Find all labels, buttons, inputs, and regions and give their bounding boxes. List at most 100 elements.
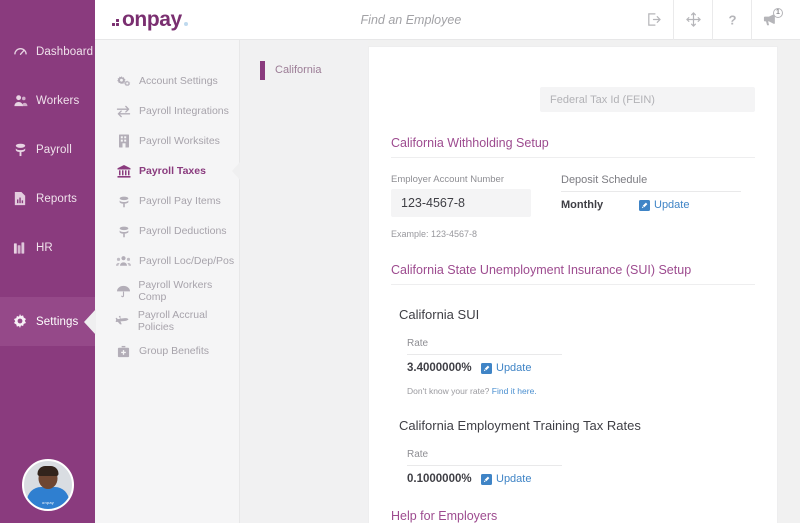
subnav-item-payroll-integrations[interactable]: Payroll Integrations	[95, 96, 239, 126]
sui-rate-hint-text: Don't know your rate?	[407, 386, 490, 396]
books-icon	[10, 239, 30, 257]
sidebar-item-dashboard[interactable]: Dashboard	[0, 27, 95, 76]
avatar[interactable]: onpay	[22, 459, 74, 511]
subnav-item-payroll-worksites[interactable]: Payroll Worksites	[95, 126, 239, 156]
deposit-schedule-value: Monthly	[561, 199, 604, 211]
edit-pencil-icon	[481, 362, 492, 374]
deposit-schedule-label: Deposit Schedule	[561, 174, 741, 192]
subnav-item-label: Payroll Integrations	[139, 105, 229, 117]
sui-rate-hint-link[interactable]: Find it here.	[492, 386, 537, 396]
document-chart-icon	[10, 190, 30, 208]
airplane-icon	[115, 314, 131, 329]
sui-rate-value: 3.4000000%	[407, 362, 472, 374]
gauge-icon	[10, 43, 30, 61]
subnav-item-payroll-pay-items[interactable]: Payroll Pay Items	[95, 186, 239, 216]
onpay-logo[interactable]: onpay	[112, 9, 188, 30]
subnav-item-label: Payroll Workers Comp	[138, 279, 213, 303]
subnav-item-label: Payroll Loc/Dep/Pos	[139, 255, 235, 267]
subnav-item-account-settings[interactable]: Account Settings	[95, 66, 239, 96]
avatar-image: onpay	[22, 459, 74, 511]
avatar-hair	[37, 466, 59, 476]
state-label: California	[275, 64, 322, 76]
sidebar-item-label: Dashboard	[36, 45, 94, 58]
sidebar-item-workers[interactable]: Workers	[0, 76, 95, 125]
subnav-item-group-benefits[interactable]: Group Benefits	[95, 336, 239, 366]
sidebar-item-reports[interactable]: Reports	[0, 174, 95, 223]
briefcase-medical-icon	[115, 344, 132, 359]
update-link-label: Update	[654, 199, 690, 211]
deposit-schedule-group: Deposit Schedule Monthly Update	[561, 174, 741, 239]
subnav-item-label: Payroll Accrual Policies	[137, 309, 208, 333]
top-header: onpay ?	[95, 0, 800, 40]
active-notch	[232, 162, 240, 180]
help-section-heading: Help for Employers	[391, 509, 755, 523]
ett-rate-value: 0.1000000%	[407, 473, 472, 485]
subnav-item-label: Payroll Pay Items	[139, 195, 221, 207]
subnav-item-label: Payroll Taxes	[139, 165, 206, 177]
subnav-item-label: Payroll Deductions	[139, 225, 227, 237]
ett-sub-heading: California Employment Training Tax Rates	[399, 418, 641, 433]
sidebar-item-label: Payroll	[36, 143, 72, 156]
gear-icon	[10, 313, 30, 331]
sidebar-item-hr[interactable]: HR	[0, 223, 95, 272]
sidebar-item-label: Settings	[36, 315, 79, 328]
sui-section-heading: California State Unemployment Insurance …	[391, 263, 755, 285]
subnav-item-payroll-deductions[interactable]: Payroll Deductions	[95, 216, 239, 246]
withholding-fields: Employer Account Number Example: 123-456…	[391, 174, 755, 239]
sui-sub-heading: California SUI	[399, 307, 480, 322]
sui-rate-group: Rate 3.4000000% Update	[407, 338, 562, 374]
help-icon[interactable]: ?	[712, 0, 751, 40]
umbrella-icon	[115, 284, 131, 299]
megaphone-icon[interactable]: 1	[751, 0, 790, 40]
state-item-california[interactable]: California	[240, 58, 368, 82]
logo-dots-icon	[112, 14, 121, 26]
employer-account-example: Example: 123-4567-8	[391, 229, 478, 239]
state-list-column: California	[240, 40, 368, 523]
edit-pencil-icon	[639, 199, 650, 211]
employer-account-input[interactable]	[391, 189, 531, 217]
bank-icon	[115, 164, 132, 179]
subnav-item-payroll-accrual-policies[interactable]: Payroll Accrual Policies	[95, 306, 239, 336]
avatar-shirt-text: onpay	[42, 500, 54, 505]
search-area	[188, 12, 634, 27]
active-notch	[84, 308, 96, 335]
money-stack-icon	[115, 194, 132, 209]
employer-account-label: Employer Account Number	[391, 174, 504, 185]
employer-account-group: Employer Account Number Example: 123-456…	[391, 174, 531, 239]
gears-icon	[115, 74, 132, 89]
deposit-schedule-update-link[interactable]: Update	[639, 199, 689, 211]
update-link-label: Update	[496, 473, 532, 485]
fein-row	[391, 47, 755, 112]
subnav-item-payroll-taxes[interactable]: Payroll Taxes	[95, 156, 240, 186]
sidebar-item-payroll[interactable]: Payroll	[0, 125, 95, 174]
subnav-item-label: Group Benefits	[139, 345, 210, 357]
deposit-schedule-row: Monthly Update	[561, 199, 741, 211]
sui-rate-label: Rate	[407, 338, 562, 355]
subnav-item-payroll-workers-comp[interactable]: Payroll Workers Comp	[95, 276, 239, 306]
edit-pencil-icon	[481, 473, 492, 485]
fein-input[interactable]	[540, 87, 755, 112]
subnav-item-payroll-loc-dep-pos[interactable]: Payroll Loc/Dep/Pos	[95, 246, 239, 276]
sidebar-item-settings[interactable]: Settings	[0, 297, 96, 346]
move-icon[interactable]	[673, 0, 712, 40]
ett-rate-group: Rate 0.1000000% Update	[407, 449, 562, 485]
subnav-item-label: Payroll Worksites	[139, 135, 220, 147]
svg-text:?: ?	[728, 12, 736, 27]
update-link-label: Update	[496, 362, 532, 374]
avatar-body	[27, 487, 69, 509]
ett-update-link[interactable]: Update	[481, 473, 531, 485]
people-icon	[10, 92, 30, 110]
search-input[interactable]	[290, 12, 531, 27]
settings-subnav: Account Settings Payroll Integrations Pa…	[95, 40, 240, 523]
header-icon-group: ? 1	[634, 0, 790, 40]
ett-rate-label: Rate	[407, 449, 562, 466]
building-icon	[115, 134, 132, 149]
logout-icon[interactable]	[634, 0, 673, 40]
app-root: Dashboard Workers Payroll Reports HR Set…	[0, 0, 800, 523]
main-content-card: California Withholding Setup Employer Ac…	[368, 46, 778, 523]
sui-update-link[interactable]: Update	[481, 362, 531, 374]
selected-state-marker	[260, 60, 265, 80]
withholding-section-heading: California Withholding Setup	[391, 136, 755, 158]
sui-rate-row: 3.4000000% Update	[407, 362, 562, 374]
sidebar-item-label: Reports	[36, 192, 77, 205]
